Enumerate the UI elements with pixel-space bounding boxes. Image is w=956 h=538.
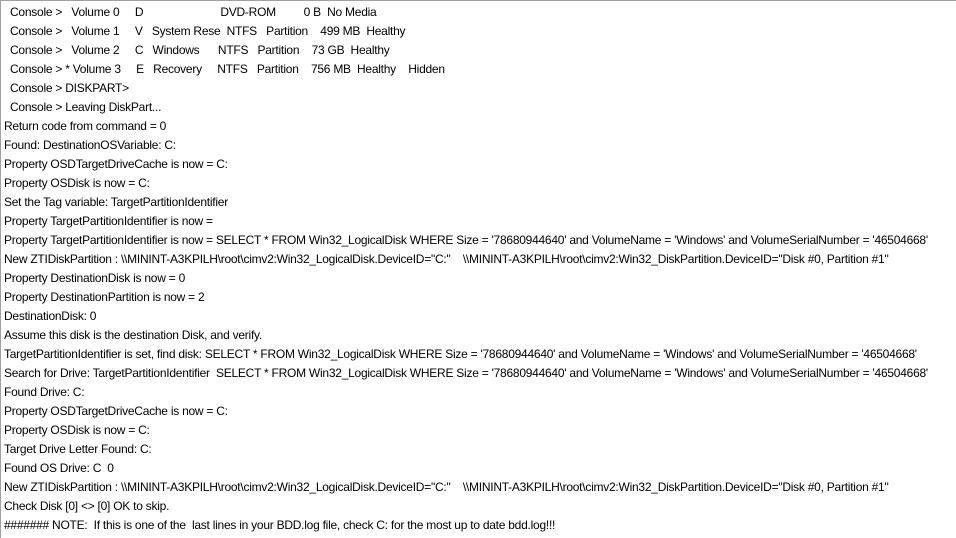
log-line: Property DestinationPartition is now = 2 bbox=[4, 290, 205, 304]
log-line: Console > DISKPART> bbox=[10, 81, 129, 95]
log-line: Console > Leaving DiskPart... bbox=[10, 100, 162, 114]
log-line: Set the Tag variable: TargetPartitionIde… bbox=[4, 195, 228, 209]
log-line: Target Drive Letter Found: C: bbox=[4, 442, 152, 456]
log-line: Check Disk [0] <> [0] OK to skip. bbox=[4, 499, 170, 513]
log-viewer: Console > Volume 0 D DVD-ROM 0 B No Medi… bbox=[0, 0, 956, 538]
log-line: Property OSDTargetDriveCache is now = C: bbox=[4, 404, 228, 418]
log-line: Assume this disk is the destination Disk… bbox=[4, 328, 262, 342]
log-line: Property DestinationDisk is now = 0 bbox=[4, 271, 185, 285]
log-line: ####### NOTE: If this is one of the last… bbox=[4, 518, 556, 532]
log-line: Search for Drive: TargetPartitionIdentif… bbox=[4, 366, 928, 380]
log-line: TargetPartitionIdentifier is set, find d… bbox=[4, 347, 917, 361]
log-line: New ZTIDiskPartition : \\MININT-A3KPILH\… bbox=[4, 252, 889, 266]
log-line: New ZTIDiskPartition : \\MININT-A3KPILH\… bbox=[4, 480, 889, 494]
log-line: Property TargetPartitionIdentifier is no… bbox=[4, 233, 928, 247]
log-line: DestinationDisk: 0 bbox=[4, 309, 97, 323]
log-line: Console > Volume 1 V System Rese NTFS Pa… bbox=[10, 24, 406, 38]
log-line: Return code from command = 0 bbox=[4, 119, 167, 133]
log-line: Console > Volume 2 C Windows NTFS Partit… bbox=[10, 43, 390, 57]
log-line: Property OSDisk is now = C: bbox=[4, 176, 150, 190]
log-line: Found Drive: C: bbox=[4, 385, 85, 399]
log-line: Property OSDTargetDriveCache is now = C: bbox=[4, 157, 228, 171]
log-line: Console > Volume 0 D DVD-ROM 0 B No Medi… bbox=[10, 5, 377, 19]
log-line: Property TargetPartitionIdentifier is no… bbox=[4, 214, 216, 228]
log-line: Found OS Drive: C 0 bbox=[4, 461, 114, 475]
log-line: Console > * Volume 3 E Recovery NTFS Par… bbox=[10, 62, 445, 76]
log-line: Found: DestinationOSVariable: C: bbox=[4, 138, 176, 152]
log-line: Property OSDisk is now = C: bbox=[4, 423, 150, 437]
